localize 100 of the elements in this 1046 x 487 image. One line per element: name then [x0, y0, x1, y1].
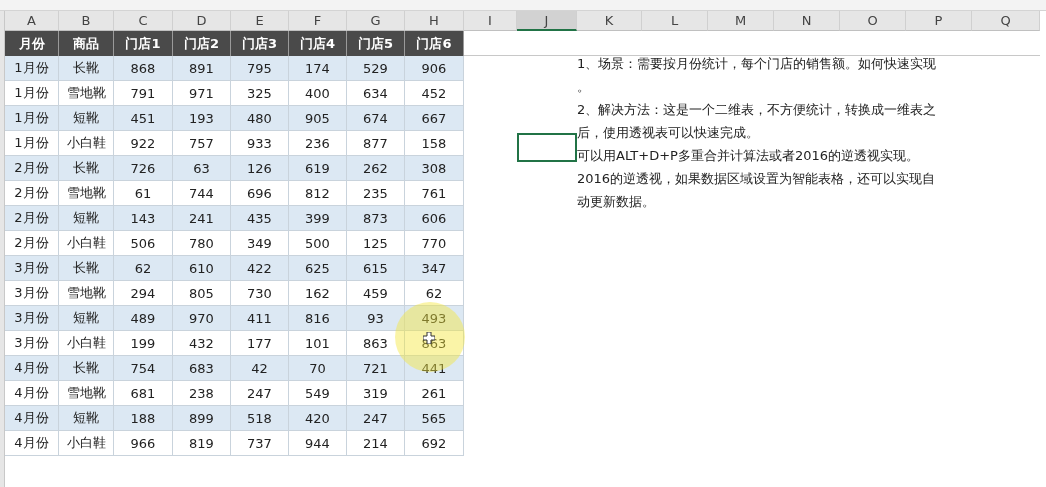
table-cell: 411: [231, 306, 289, 331]
table-cell: 42: [231, 356, 289, 381]
table-cell: 500: [289, 231, 347, 256]
table-cell: 214: [347, 431, 405, 456]
note-line: 可以用ALT+D+P多重合并计算法或者2016的逆透视实现。: [577, 147, 919, 165]
table-cell: 小白鞋: [59, 331, 114, 356]
table-header-cell: 门店2: [173, 31, 231, 56]
column-header[interactable]: K: [577, 11, 642, 31]
table-header-cell: 门店4: [289, 31, 347, 56]
table-cell: 1月份: [5, 106, 59, 131]
table-cell: 400: [289, 81, 347, 106]
table-cell: 422: [231, 256, 289, 281]
table-cell: 1月份: [5, 56, 59, 81]
table-cell: 615: [347, 256, 405, 281]
column-header[interactable]: N: [774, 11, 840, 31]
column-header[interactable]: J: [517, 11, 577, 31]
table-cell: 小白鞋: [59, 231, 114, 256]
table-cell: 480: [231, 106, 289, 131]
table-cell: 692: [405, 431, 464, 456]
table-cell: 1月份: [5, 81, 59, 106]
table-cell: 143: [114, 206, 173, 231]
table-cell: 短靴: [59, 406, 114, 431]
table-cell: 966: [114, 431, 173, 456]
table-cell: 816: [289, 306, 347, 331]
table-cell: 721: [347, 356, 405, 381]
table-cell: 726: [114, 156, 173, 181]
column-header[interactable]: O: [840, 11, 906, 31]
table-cell: 891: [173, 56, 231, 81]
note-line: 后，使用透视表可以快速完成。: [577, 124, 759, 142]
table-cell: 347: [405, 256, 464, 281]
table-cell: 61: [114, 181, 173, 206]
table-cell: 短靴: [59, 306, 114, 331]
table-cell: 610: [173, 256, 231, 281]
table-cell: 长靴: [59, 156, 114, 181]
table-cell: 757: [173, 131, 231, 156]
table-cell: 70: [289, 356, 347, 381]
table-cell: 小白鞋: [59, 131, 114, 156]
table-cell: 4月份: [5, 431, 59, 456]
table-cell: 247: [347, 406, 405, 431]
table-cell: 199: [114, 331, 173, 356]
table-cell: 606: [405, 206, 464, 231]
table-header-cell: 门店1: [114, 31, 173, 56]
table-header-cell: 门店6: [405, 31, 464, 56]
note-line: 2016的逆透视，如果数据区域设置为智能表格，还可以实现自: [577, 170, 936, 188]
table-cell: 970: [173, 306, 231, 331]
table-cell: 441: [405, 356, 464, 381]
table-cell: 3月份: [5, 306, 59, 331]
table-cell: 791: [114, 81, 173, 106]
table-cell: 126: [231, 156, 289, 181]
table-cell: 905: [289, 106, 347, 131]
table-cell: 长靴: [59, 356, 114, 381]
table-cell: 493: [405, 306, 464, 331]
table-cell: 241: [173, 206, 231, 231]
table-cell: 619: [289, 156, 347, 181]
column-header[interactable]: G: [347, 11, 405, 31]
table-cell: 93: [347, 306, 405, 331]
table-cell: 4月份: [5, 356, 59, 381]
column-header[interactable]: P: [906, 11, 972, 31]
table-cell: 1月份: [5, 131, 59, 156]
table-cell: 737: [231, 431, 289, 456]
column-header[interactable]: E: [231, 11, 289, 31]
column-header[interactable]: B: [59, 11, 114, 31]
column-header[interactable]: Q: [972, 11, 1040, 31]
table-cell: 683: [173, 356, 231, 381]
table-cell: 432: [173, 331, 231, 356]
column-header[interactable]: A: [5, 11, 59, 31]
table-cell: 177: [231, 331, 289, 356]
table-cell: 634: [347, 81, 405, 106]
table-cell: 193: [173, 106, 231, 131]
table-cell: 399: [289, 206, 347, 231]
column-header[interactable]: L: [642, 11, 708, 31]
table-cell: 188: [114, 406, 173, 431]
table-cell: 雪地靴: [59, 181, 114, 206]
column-header[interactable]: C: [114, 11, 173, 31]
table-cell: 短靴: [59, 206, 114, 231]
table-cell: 62: [114, 256, 173, 281]
table-cell: 795: [231, 56, 289, 81]
table-cell: 730: [231, 281, 289, 306]
table-cell: 短靴: [59, 106, 114, 131]
table-cell: 549: [289, 381, 347, 406]
table-cell: 3月份: [5, 331, 59, 356]
table-cell: 812: [289, 181, 347, 206]
table-cell: 2月份: [5, 181, 59, 206]
table-cell: 489: [114, 306, 173, 331]
selected-cell[interactable]: [517, 133, 577, 162]
table-cell: 雪地靴: [59, 81, 114, 106]
column-header[interactable]: H: [405, 11, 464, 31]
table-cell: 459: [347, 281, 405, 306]
table-cell: 62: [405, 281, 464, 306]
table-cell: 565: [405, 406, 464, 431]
column-header[interactable]: F: [289, 11, 347, 31]
table-cell: 雪地靴: [59, 381, 114, 406]
table-cell: 922: [114, 131, 173, 156]
column-header[interactable]: I: [464, 11, 517, 31]
table-cell: 158: [405, 131, 464, 156]
column-header[interactable]: D: [173, 11, 231, 31]
table-cell: 899: [173, 406, 231, 431]
column-header[interactable]: M: [708, 11, 774, 31]
table-cell: 625: [289, 256, 347, 281]
note-line: 2、解决方法：这是一个二维表，不方便统计，转换成一维表之: [577, 101, 937, 119]
